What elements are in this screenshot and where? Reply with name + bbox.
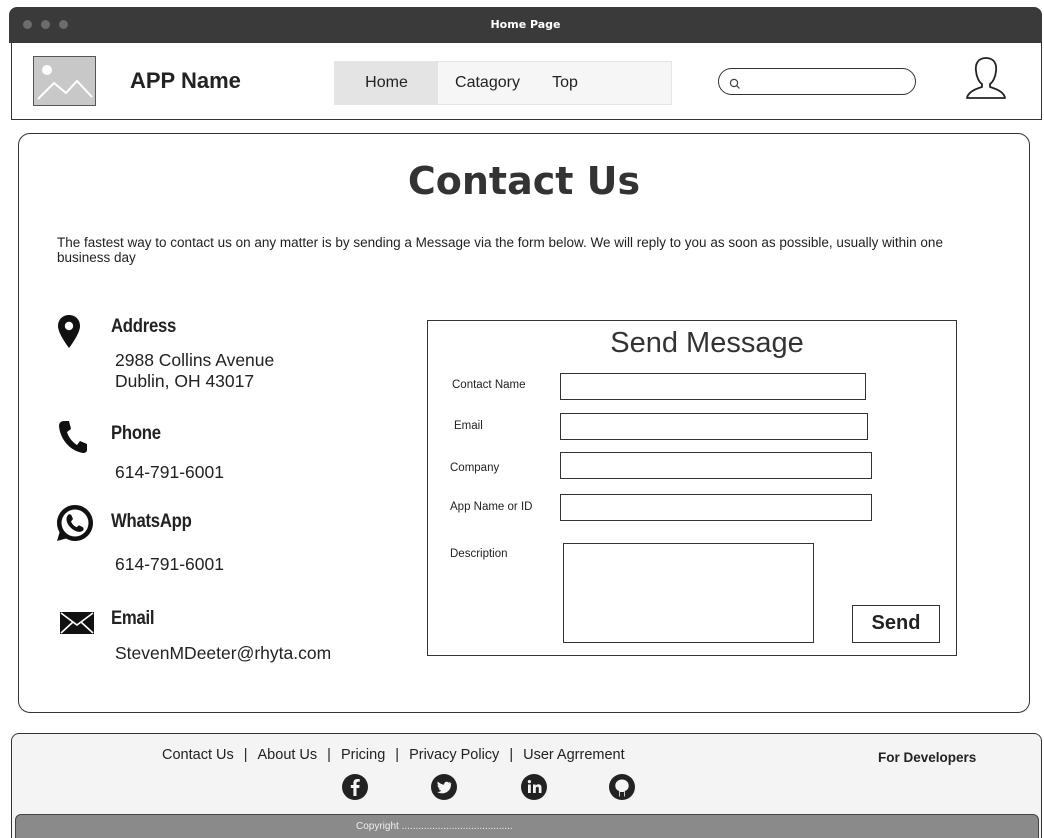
address-heading: Address (111, 316, 177, 337)
nav-top[interactable]: Top (537, 62, 593, 104)
contact-name-field[interactable] (560, 373, 866, 400)
address-line-1: 2988 Collins Avenue (115, 350, 275, 370)
send-button[interactable]: Send (852, 605, 940, 643)
footer-links: Contact Us | About Us | Pricing | Privacy Poli… (162, 747, 625, 763)
window-title-bar: Home Page (9, 7, 1042, 43)
app-header: APP Name Home Catagory Top (11, 43, 1042, 120)
footer-link-contact-us[interactable]: Contact Us (162, 747, 234, 763)
for-developers-link[interactable]: For Developers (878, 750, 976, 765)
whatsapp-heading: WhatsApp (111, 511, 192, 532)
footer-link-user-agreement[interactable]: User Agrrement (523, 747, 625, 763)
app-name-or-id-field[interactable] (560, 494, 872, 521)
copyright-text: Copyright ..............................… (356, 821, 513, 832)
twitter-icon[interactable] (430, 773, 458, 805)
description-label: Description (450, 548, 508, 560)
phone-icon (57, 419, 87, 457)
form-title: Send Message (610, 327, 804, 359)
app-name-or-id-label: App Name or ID (450, 501, 533, 513)
facebook-icon[interactable] (341, 773, 369, 805)
company-field[interactable] (560, 452, 872, 479)
email-heading: Email (111, 608, 155, 629)
contact-name-label: Contact Name (452, 379, 526, 391)
footer-link-about-us[interactable]: About Us (258, 747, 318, 763)
whatsapp-number[interactable]: 614-791-6001 (115, 554, 224, 575)
app-name[interactable]: APP Name (130, 68, 241, 94)
nav-home[interactable]: Home (335, 62, 438, 104)
footer-link-pricing[interactable]: Pricing (341, 747, 385, 763)
email-field[interactable] (560, 413, 868, 440)
company-label: Company (450, 462, 500, 474)
search-input[interactable] (718, 68, 916, 95)
phone-number[interactable]: 614-791-6001 (115, 462, 224, 483)
page-title: Contact Us (407, 159, 641, 203)
main-nav: Home Catagory Top (334, 61, 672, 105)
envelope-icon (60, 612, 94, 638)
phone-heading: Phone (111, 423, 161, 444)
contact-panel: Contact Us The fastest way to contact us… (18, 133, 1030, 713)
github-icon[interactable] (608, 773, 636, 805)
address-line-2: Dublin, OH 43017 (115, 371, 255, 391)
whatsapp-icon (55, 503, 95, 547)
site-footer: Contact Us | About Us | Pricing | Privacy Poli… (11, 733, 1042, 838)
window-title: Home Page (490, 18, 561, 31)
linkedin-icon[interactable] (520, 773, 548, 805)
search-icon (729, 75, 741, 94)
email-label: Email (454, 420, 483, 432)
description-textarea[interactable] (563, 543, 814, 643)
user-profile-icon[interactable] (963, 54, 1009, 106)
intro-text: The fastest way to contact us on any mat… (57, 235, 943, 265)
nav-catagory[interactable]: Catagory (438, 62, 537, 104)
copyright-bar: Copyright ..............................… (15, 814, 1039, 838)
footer-link-privacy-policy[interactable]: Privacy Policy (409, 747, 499, 763)
map-pin-icon (57, 314, 81, 354)
send-message-form: Send Message Contact Name Email Company … (427, 320, 957, 656)
email-address[interactable]: StevenMDeeter@rhyta.com (115, 643, 331, 664)
app-logo-image-icon (33, 56, 96, 106)
